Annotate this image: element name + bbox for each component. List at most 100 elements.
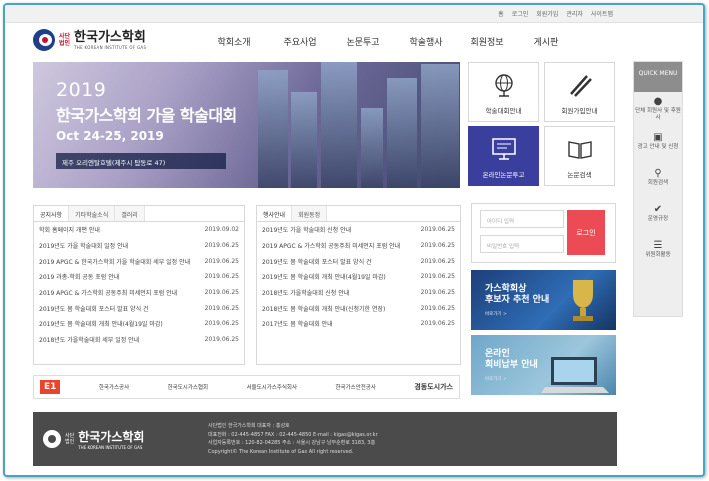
tile-paper-search[interactable]: 논문검색 — [544, 126, 615, 186]
quick-item-advertising[interactable]: ▣ 광고 안내 및 신청 — [634, 128, 682, 164]
footer-logo-mark-icon — [43, 430, 61, 448]
nav-submission[interactable]: 논문투고 — [333, 35, 393, 48]
tab-events[interactable]: 행사안내 — [257, 206, 293, 221]
site-footer: 사단 법인 한국가스학회 THE KOREAN INSTITUTE OF GAS… — [33, 412, 617, 466]
partner-kogas[interactable]: 한국가스공사 — [99, 383, 129, 391]
login-box: 아이디 입력 비밀번호 입력 로그인 — [471, 203, 616, 263]
partner-city-gas-assoc[interactable]: 한국도시가스협회 — [168, 383, 208, 391]
banner-place: 제주 오리엔탈호텔(제주시 탑동로 47) — [56, 153, 226, 169]
list-item-date: 2019.06.25 — [420, 320, 455, 328]
event-board: 행사안내 회원동정 2019년도 가을 학술대회 신청 안내 2019.06.25… — [256, 205, 461, 365]
tab-academic-news[interactable]: 기타학술소식 — [69, 206, 116, 221]
logo-corp-text: 사단 법인 — [59, 33, 71, 47]
list-item-title: 2018년도 가을학술대회 세부 일정 안내 — [39, 337, 140, 345]
list-item[interactable]: 학회 홈페이지 개편 안내 2019.09.02 — [34, 222, 244, 238]
quick-item-regulations[interactable]: ✔ 운영규정 — [634, 200, 682, 236]
ad-title: 온라인 회비납부 안내 — [485, 349, 538, 370]
book-icon — [567, 141, 592, 159]
list-item-title: 2019 APGC & 가스학회 공동주최 미세먼지 포럼 안내 — [262, 243, 401, 251]
site-logo[interactable]: 사단 법인 한국가스학회 THE KOREAN INSTITUTE OF GAS — [33, 29, 146, 51]
list-item-date: 2019.06.25 — [204, 320, 239, 328]
list-item[interactable]: 2019년도 봄 학술대회 개최 안내(4월19일 마감) 2019.06.25 — [34, 316, 244, 332]
list-item-date: 2019.06.25 — [420, 226, 455, 234]
tile-conference-guide[interactable]: 학술대회안내 — [468, 62, 539, 122]
list-item-title: 2019년도 봄 학술대회 포스터 발표 양식 건 — [39, 305, 149, 313]
list-item[interactable]: 2018년도 봄 학술대회 개최 안내(신청기한 연장) 2019.06.25 — [257, 300, 460, 316]
quick-item-member-search[interactable]: ⚲ 회원검색 — [634, 164, 682, 200]
list-item[interactable]: 2019년도 봄 학술대회 포스터 발표 양식 건 2019.06.25 — [257, 253, 460, 269]
browser-frame: 홈 로그인 회원가입 관리자 사이트맵 사단 법인 한국가스학회 THE KOREAN … — [3, 3, 705, 477]
check-icon: ✔ — [653, 204, 663, 215]
list-item-date: 2019.06.25 — [204, 273, 239, 281]
quick-item-sponsors[interactable]: ● 단체 회원사 및 후원사 — [634, 92, 682, 128]
nav-events[interactable]: 학술행사 — [393, 35, 459, 48]
password-input[interactable]: 비밀번호 입력 — [480, 235, 564, 253]
list-item-title: 학회 홈페이지 개편 안내 — [39, 227, 100, 235]
list-item-date: 2019.06.25 — [204, 289, 239, 297]
list-item-date: 2019.09.02 — [204, 226, 239, 234]
monitor-icon — [491, 138, 516, 160]
ad-more-link[interactable]: 바로가기 > — [485, 311, 507, 317]
list-item[interactable]: 2019년도 가을 학술대회 신청 안내 2019.06.25 — [257, 222, 460, 238]
list-item[interactable]: 2019 APGC & 가스학회 공동주최 미세먼지 포럼 안내 2019.06.… — [34, 285, 244, 301]
tab-notices[interactable]: 공지사항 — [34, 206, 70, 221]
list-item[interactable]: 2019 과총-학회 공동 포럼 안내 2019.06.25 — [34, 269, 244, 285]
globe-icon — [494, 74, 513, 97]
utility-link[interactable]: 사이트맵 — [591, 9, 613, 18]
ad-title: 가스학회상 후보자 추천 안내 — [485, 284, 550, 305]
partner-kyungdong[interactable]: 경동도시가스 — [414, 382, 453, 392]
main-banner[interactable]: 2019 한국가스학회 가을 학술대회 Oct 24-25, 2019 제주 오… — [33, 62, 460, 188]
utility-link[interactable]: 홈 — [498, 9, 504, 18]
tile-membership-guide[interactable]: 회원가입안내 — [544, 62, 615, 122]
main-navigation: 학회소개 주요사업 논문투고 학술행사 회원정보 게시판 — [201, 35, 577, 48]
ad-more-link[interactable]: 바로가기 > — [485, 376, 507, 382]
tile-online-submission[interactable]: 온라인논문투고 — [468, 126, 539, 186]
nav-board[interactable]: 게시판 — [515, 35, 577, 48]
utility-link[interactable]: 회원가입 — [536, 9, 558, 18]
list-item[interactable]: 2019 APGC & 가스학회 공동주최 미세먼지 포럼 안내 2019.06.… — [257, 238, 460, 254]
list-item[interactable]: 2019년도 가을 학술대회 일정 안내 2019.06.25 — [34, 238, 244, 254]
online-fee-banner[interactable]: 온라인 회비납부 안내 바로가기 > — [471, 335, 616, 395]
tab-member-news[interactable]: 회원동정 — [292, 206, 328, 221]
partner-e1[interactable]: E1 — [40, 380, 61, 394]
list-item-date: 2019.06.25 — [204, 304, 239, 312]
nav-about[interactable]: 학회소개 — [201, 35, 267, 48]
list-item[interactable]: 2018년도 가을학술대회 신청 안내 2019.06.25 — [257, 285, 460, 301]
partner-seoul-city-gas[interactable]: 서울도시가스주식회사 — [246, 383, 297, 391]
quick-menu-title: QUICK MENU — [634, 62, 682, 92]
id-input[interactable]: 아이디 입력 — [480, 210, 564, 228]
list-item-date: 2019.06.25 — [204, 257, 239, 265]
notice-list: 학회 홈페이지 개편 안내 2019.09.02 2019년도 가을 학술대회 일정… — [34, 222, 244, 348]
notice-board: 공지사항 기타학술소식 갤러리 학회 홈페이지 개편 안내 2019.09.02 2… — [33, 205, 245, 365]
logo-name: 한국가스학회 — [74, 29, 146, 45]
award-nomination-banner[interactable]: 가스학회상 후보자 추천 안내 바로가기 > — [471, 270, 616, 330]
utility-link[interactable]: 로그인 — [512, 9, 529, 18]
list-item-title: 2018년도 봄 학술대회 개최 안내(신청기한 연장) — [262, 305, 386, 313]
list-item-title: 2019 APGC & 한국가스학회 가을 학술대회 세부 일정 안내 — [39, 258, 191, 266]
list-item-date: 2019.06.25 — [204, 336, 239, 344]
laptop-icon — [541, 357, 609, 393]
trophy-icon — [573, 280, 593, 321]
list-item-date: 2019.06.25 — [420, 257, 455, 265]
tab-gallery[interactable]: 갤러리 — [115, 206, 145, 221]
list-item-date: 2019.06.25 — [420, 242, 455, 250]
list-item-date: 2019.06.25 — [420, 304, 455, 312]
partner-kgs[interactable]: 한국가스안전공사 — [335, 383, 375, 391]
utility-link[interactable]: 관리자 — [566, 9, 583, 18]
list-item-title: 2019년도 가을 학술대회 일정 안내 — [39, 243, 129, 251]
tile-label: 논문검색 — [567, 171, 592, 179]
list-item[interactable]: 2017년도 봄 학술대회 안내 2019.06.25 — [257, 316, 460, 332]
search-icon: ⚲ — [654, 168, 662, 179]
event-list: 2019년도 가을 학술대회 신청 안내 2019.06.25 2019 APGC … — [257, 222, 460, 332]
list-item[interactable]: 2019 APGC & 한국가스학회 가을 학술대회 세부 일정 안내 2019.… — [34, 253, 244, 269]
list-item[interactable]: 2019년도 봄 학술대회 개최 안내(4월19일 마감) 2019.06.25 — [257, 269, 460, 285]
login-button[interactable]: 로그인 — [567, 210, 605, 255]
quick-item-committee[interactable]: ☰ 위원회활동 — [634, 236, 682, 272]
banner-title: 한국가스학회 가을 학술대회 — [56, 106, 237, 125]
banner-year: 2019 — [56, 79, 107, 101]
list-item[interactable]: 2018년도 가을학술대회 세부 일정 안내 2019.06.25 — [34, 332, 244, 348]
nav-members[interactable]: 회원정보 — [459, 35, 515, 48]
list-item[interactable]: 2019년도 봄 학술대회 포스터 발표 양식 건 2019.06.25 — [34, 300, 244, 316]
list-item-title: 2019년도 봄 학술대회 포스터 발표 양식 건 — [262, 258, 372, 266]
nav-projects[interactable]: 주요사업 — [267, 35, 333, 48]
